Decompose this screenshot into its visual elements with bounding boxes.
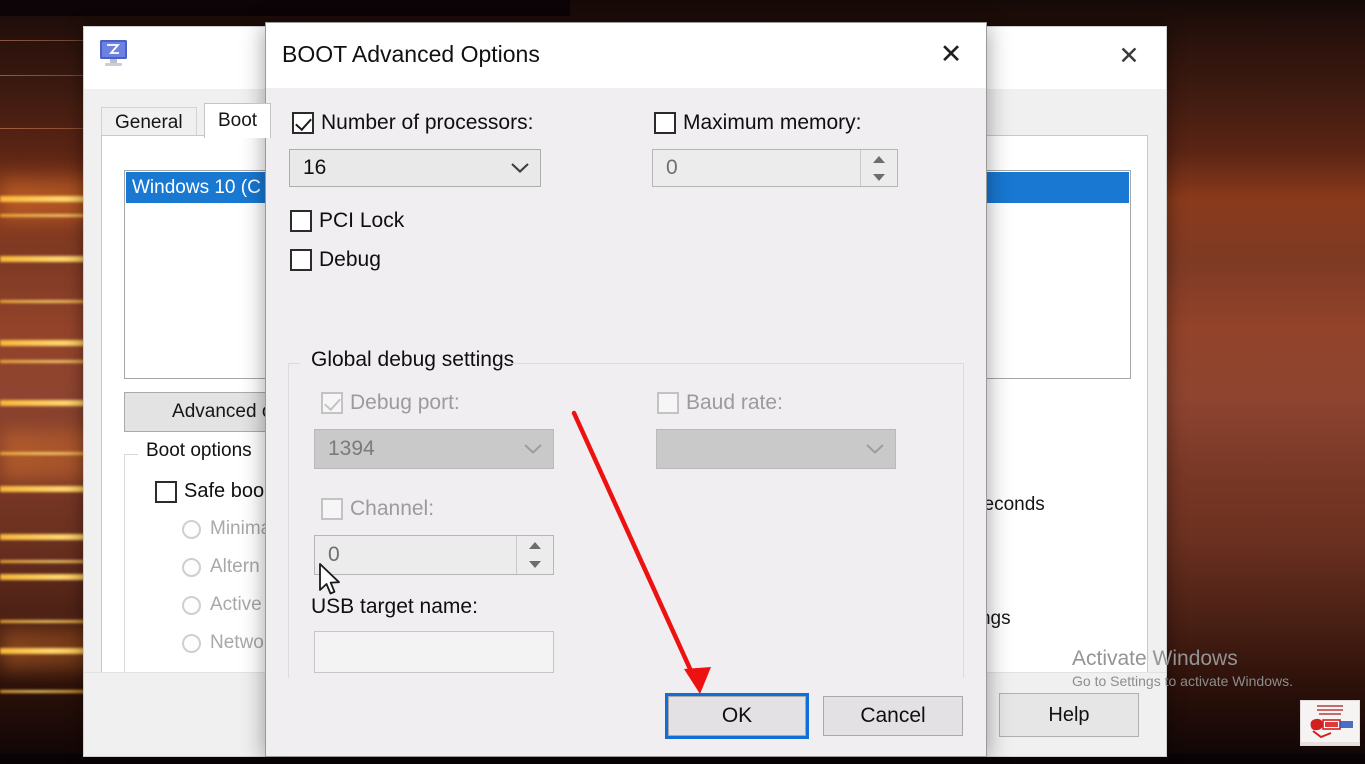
spinner-down-icon bbox=[517, 555, 553, 574]
channel-value: 0 bbox=[328, 543, 340, 566]
number-of-processors-checkbox-row[interactable]: Number of processors: bbox=[292, 111, 533, 135]
debug-checkbox[interactable] bbox=[290, 249, 312, 271]
baud-rate-checkbox-row: Baud rate: bbox=[657, 391, 783, 415]
debug-port-value: 1394 bbox=[328, 437, 375, 460]
baud-rate-dropdown bbox=[656, 429, 896, 469]
safe-boot-label: Safe boo bbox=[184, 480, 265, 502]
chevron-down-icon bbox=[513, 443, 553, 455]
dialog-titlebar: BOOT Advanced Options ✕ bbox=[266, 23, 986, 88]
spinner-up-icon[interactable] bbox=[861, 150, 897, 168]
maximum-memory-checkbox-row[interactable]: Maximum memory: bbox=[654, 111, 862, 135]
dialog-close-button[interactable]: ✕ bbox=[922, 31, 980, 77]
boot-advanced-options-dialog[interactable]: BOOT Advanced Options ✕ Number of proces… bbox=[265, 22, 987, 757]
channel-label: Channel: bbox=[350, 497, 435, 520]
tab-general[interactable]: General bbox=[101, 107, 197, 138]
chevron-down-icon bbox=[500, 162, 540, 174]
debug-port-checkbox-row: Debug port: bbox=[321, 391, 460, 415]
debug-label: Debug bbox=[319, 248, 381, 271]
safe-boot-checkbox[interactable] bbox=[155, 480, 177, 503]
radio-minimal-label: Minima bbox=[210, 518, 272, 539]
channel-checkbox-row: Channel: bbox=[321, 497, 434, 521]
global-debug-settings-group: Global debug settings Debug port: 1394 B… bbox=[288, 348, 964, 693]
spinner-up-icon bbox=[517, 536, 553, 555]
number-of-processors-label: Number of processors: bbox=[321, 111, 534, 134]
pci-lock-checkbox-row[interactable]: PCI Lock bbox=[290, 209, 404, 233]
channel-spin-buttons bbox=[516, 536, 553, 574]
maximum-memory-spinner[interactable]: 0 bbox=[652, 149, 898, 187]
channel-checkbox bbox=[321, 498, 343, 520]
radio-network[interactable]: Netwo bbox=[182, 632, 264, 654]
number-of-processors-value: 16 bbox=[303, 156, 327, 179]
pci-lock-checkbox[interactable] bbox=[290, 210, 312, 232]
radio-network-label: Netwo bbox=[210, 632, 264, 653]
screen: ✕ General Boot Windows 10 (C Advanced op… bbox=[0, 0, 1365, 764]
radio-dot-icon bbox=[182, 557, 201, 577]
debug-port-label: Debug port: bbox=[350, 391, 460, 414]
dialog-button-bar: OK Cancel bbox=[266, 678, 986, 756]
spinner-down-icon[interactable] bbox=[861, 168, 897, 186]
radio-alternate-shell[interactable]: Altern bbox=[182, 556, 260, 578]
baud-rate-label: Baud rate: bbox=[686, 391, 783, 414]
number-of-processors-checkbox[interactable] bbox=[292, 112, 314, 134]
tab-boot[interactable]: Boot bbox=[204, 103, 272, 138]
baud-rate-checkbox bbox=[657, 392, 679, 414]
radio-active-directory-repair[interactable]: Active bbox=[182, 594, 262, 616]
ok-button[interactable]: OK bbox=[665, 693, 809, 739]
debug-checkbox-row[interactable]: Debug bbox=[290, 248, 381, 272]
debug-port-checkbox bbox=[321, 392, 343, 414]
usb-target-name-input bbox=[314, 631, 554, 673]
radio-dot-icon bbox=[182, 633, 201, 653]
safe-boot-checkbox-row[interactable]: Safe boo bbox=[155, 480, 264, 503]
pci-lock-label: PCI Lock bbox=[319, 209, 405, 232]
maximum-memory-checkbox[interactable] bbox=[654, 112, 676, 134]
maximum-memory-label: Maximum memory: bbox=[683, 111, 862, 134]
maximum-memory-spin-buttons[interactable] bbox=[860, 150, 897, 186]
radio-active-directory-label: Active bbox=[210, 594, 262, 615]
cancel-button[interactable]: Cancel bbox=[823, 696, 963, 736]
radio-alternate-shell-label: Altern bbox=[210, 556, 260, 577]
radio-minimal[interactable]: Minima bbox=[182, 518, 271, 540]
radio-dot-icon bbox=[182, 519, 201, 539]
debug-port-dropdown: 1394 bbox=[314, 429, 554, 469]
corner-logo-watermark bbox=[1300, 700, 1360, 746]
system-configuration-icon bbox=[98, 39, 132, 69]
mouse-cursor bbox=[318, 563, 344, 599]
global-debug-settings-legend: Global debug settings bbox=[305, 348, 521, 372]
chevron-down-icon bbox=[855, 443, 895, 455]
number-of-processors-dropdown[interactable]: 16 bbox=[289, 149, 541, 187]
maximum-memory-value: 0 bbox=[666, 156, 678, 179]
dialog-title: BOOT Advanced Options bbox=[282, 41, 540, 67]
sysconfig-close-button[interactable]: ✕ bbox=[1102, 35, 1156, 77]
boot-options-legend: Boot options bbox=[141, 440, 257, 462]
radio-dot-icon bbox=[182, 595, 201, 615]
wallpaper-top-band bbox=[0, 0, 570, 16]
help-button[interactable]: Help bbox=[999, 693, 1139, 737]
channel-spinner: 0 bbox=[314, 535, 554, 575]
